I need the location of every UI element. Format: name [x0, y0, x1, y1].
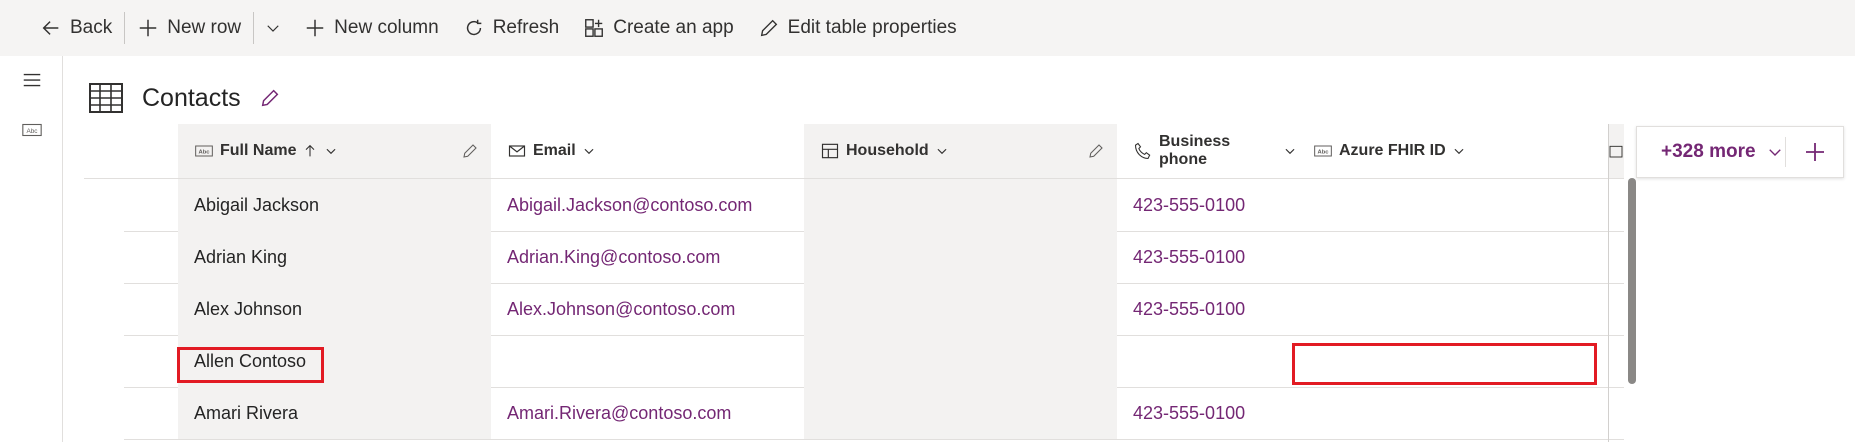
cell-business-phone[interactable]: 423-555-0100 — [1117, 387, 1297, 439]
page-header: Contacts — [88, 78, 281, 118]
cell-azure-fhir-id[interactable] — [1297, 387, 1608, 439]
column-label: Email — [533, 142, 576, 159]
next-column-header-stub — [1608, 124, 1624, 178]
refresh-button[interactable]: Refresh — [451, 8, 572, 48]
column-header-household[interactable]: Household — [804, 124, 1117, 178]
mail-icon — [507, 141, 527, 161]
edit-table-label: Edit table properties — [787, 17, 957, 38]
cell-email[interactable] — [491, 335, 804, 387]
cell-full-name[interactable]: Alex Johnson — [178, 283, 491, 335]
cell-email[interactable]: Adrian.King@contoso.com — [491, 231, 804, 283]
sort-ascending-icon — [302, 143, 318, 159]
edit-column-icon[interactable] — [461, 142, 479, 160]
cell-business-phone[interactable] — [1117, 335, 1297, 387]
table-row[interactable]: Amari Rivera Amari.Rivera@contoso.com 42… — [124, 387, 1624, 440]
edit-column-icon[interactable] — [1087, 142, 1105, 160]
chevron-down-icon — [1452, 144, 1466, 158]
svg-text:Abc: Abc — [1317, 150, 1329, 156]
table-row[interactable]: Adrian King Adrian.King@contoso.com 423-… — [124, 231, 1624, 284]
cell-household[interactable] — [804, 179, 1117, 231]
table-row[interactable]: Abigail Jackson Abigail.Jackson@contoso.… — [124, 179, 1624, 232]
pencil-icon — [758, 17, 780, 39]
create-app-button[interactable]: Create an app — [571, 8, 745, 48]
more-columns-label: +328 more — [1661, 141, 1756, 162]
svg-text:Abc: Abc — [198, 150, 210, 156]
cell-household[interactable] — [804, 231, 1117, 283]
cell-business-phone[interactable]: 423-555-0100 — [1117, 179, 1297, 231]
table-row[interactable]: Alex Johnson Alex.Johnson@contoso.com 42… — [124, 283, 1624, 336]
cell-household[interactable] — [804, 283, 1117, 335]
new-column-label: New column — [334, 17, 439, 38]
cell-full-name[interactable]: Abigail Jackson — [178, 179, 491, 231]
create-app-label: Create an app — [613, 17, 734, 38]
cell-household[interactable] — [804, 387, 1117, 439]
chevron-down-icon — [935, 144, 949, 158]
column-label: Azure FHIR ID — [1339, 142, 1446, 159]
chevron-down-icon — [1283, 144, 1297, 158]
add-column-button[interactable] — [1786, 127, 1843, 177]
pencil-icon — [261, 89, 279, 107]
phone-icon — [1133, 141, 1153, 161]
refresh-icon — [463, 17, 485, 39]
chevron-down-icon — [264, 19, 282, 37]
cell-email[interactable]: Alex.Johnson@contoso.com — [491, 283, 804, 335]
left-rail: Abc — [0, 56, 63, 442]
new-column-button[interactable]: New column — [292, 8, 451, 48]
column-divider — [1608, 124, 1609, 442]
svg-text:Abc: Abc — [26, 128, 38, 135]
column-header-business-phone[interactable]: Business phone — [1117, 124, 1297, 178]
column-header-full-name[interactable]: Abc Full Name — [178, 124, 491, 178]
edit-title-button[interactable] — [259, 87, 281, 109]
chevron-down-icon — [1766, 143, 1784, 161]
app-grid-icon — [583, 17, 605, 39]
text-field-icon: Abc — [1313, 141, 1333, 161]
cell-business-phone[interactable]: 423-555-0100 — [1117, 231, 1297, 283]
more-columns-panel: +328 more — [1636, 126, 1844, 178]
plus-icon — [304, 17, 326, 39]
highlight-box-full-name — [177, 347, 324, 383]
column-label: Full Name — [220, 142, 297, 159]
hamburger-icon — [21, 69, 43, 91]
new-row-button[interactable]: New row — [125, 8, 253, 48]
page-title: Contacts — [142, 83, 241, 112]
arrow-left-icon — [40, 17, 62, 39]
plus-icon — [1803, 140, 1827, 164]
column-header-azure-fhir-id[interactable]: Abc Azure FHIR ID — [1297, 124, 1608, 178]
calendar-icon — [1608, 143, 1624, 159]
highlight-box-azure-fhir-id — [1292, 343, 1597, 385]
lookup-icon — [820, 141, 840, 161]
cell-full-name[interactable]: Adrian King — [178, 231, 491, 283]
data-grid: Abc Full Name Email Household Business p… — [84, 124, 1624, 442]
cell-business-phone[interactable]: 423-555-0100 — [1117, 283, 1297, 335]
vertical-scrollbar[interactable] — [1628, 178, 1636, 384]
cell-azure-fhir-id[interactable] — [1297, 179, 1608, 231]
chevron-down-icon — [582, 144, 596, 158]
new-row-label: New row — [167, 17, 242, 38]
cell-household[interactable] — [804, 335, 1117, 387]
edit-table-properties-button[interactable]: Edit table properties — [746, 8, 969, 48]
grid-header: Abc Full Name Email Household Business p… — [84, 124, 1624, 179]
cell-email[interactable]: Abigail.Jackson@contoso.com — [491, 179, 804, 231]
cell-full-name[interactable]: Amari Rivera — [178, 387, 491, 439]
column-label: Business phone — [1159, 133, 1231, 168]
cell-azure-fhir-id[interactable] — [1297, 283, 1608, 335]
more-columns-button[interactable]: +328 more — [1637, 127, 1785, 177]
plus-icon — [137, 17, 159, 39]
text-field-icon: Abc — [194, 141, 214, 161]
table-icon — [88, 80, 124, 116]
back-button[interactable]: Back — [28, 8, 124, 48]
cell-email[interactable]: Amari.Rivera@contoso.com — [491, 387, 804, 439]
column-label: Household — [846, 142, 929, 159]
text-field-icon: Abc — [21, 119, 43, 141]
cell-azure-fhir-id[interactable] — [1297, 231, 1608, 283]
chevron-down-icon — [324, 144, 338, 158]
command-bar: Back New row New column Refresh Create a… — [0, 0, 1855, 56]
refresh-label: Refresh — [492, 17, 560, 38]
column-header-email[interactable]: Email — [491, 124, 804, 178]
text-field-rail-button[interactable]: Abc — [20, 118, 44, 142]
new-row-dropdown[interactable] — [254, 8, 292, 48]
back-label: Back — [70, 17, 113, 38]
hamburger-menu-button[interactable] — [20, 68, 44, 92]
